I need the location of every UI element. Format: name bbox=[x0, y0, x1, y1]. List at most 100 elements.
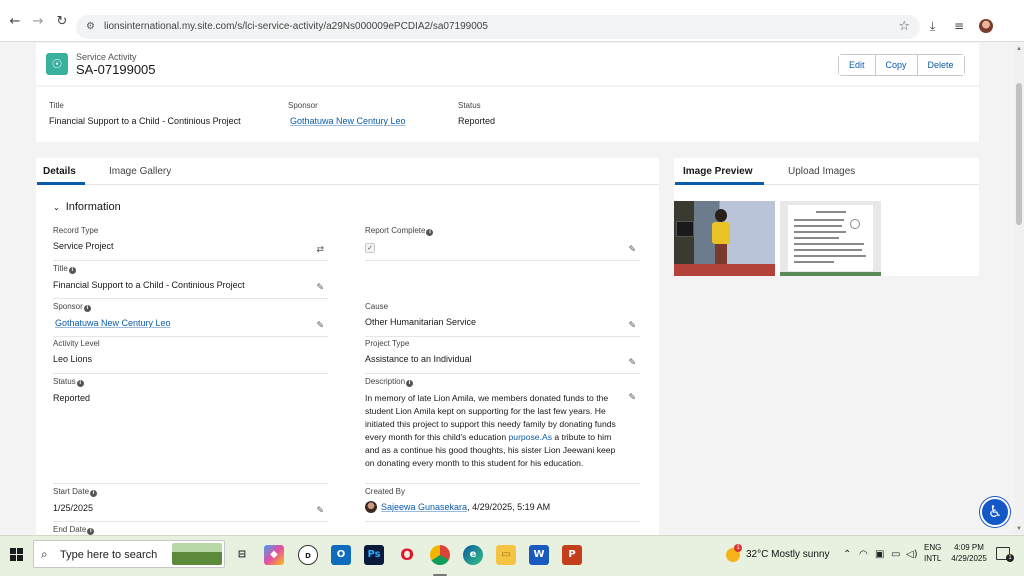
edit-cause-pencil-icon[interactable]: ✎ bbox=[628, 321, 636, 331]
tab-image-preview[interactable]: Image Preview bbox=[683, 166, 752, 177]
powerpoint-icon[interactable]: P bbox=[562, 545, 582, 565]
highlight-status: Status Reported bbox=[458, 101, 495, 126]
info-icon[interactable]: i bbox=[76, 380, 84, 387]
description-text: In memory of late Lion Amila, we members… bbox=[365, 392, 625, 470]
taskbar-search[interactable]: ⌕ Type here to search bbox=[33, 540, 225, 568]
photoshop-icon[interactable]: Ps bbox=[364, 545, 384, 565]
back-icon[interactable]: ← bbox=[8, 15, 22, 29]
volume-icon[interactable]: ◁) bbox=[906, 549, 918, 560]
camera-icon[interactable]: ▣ bbox=[875, 549, 884, 560]
field-value: Reported bbox=[53, 393, 91, 403]
highlight-sponsor-link[interactable]: Gothatuwa New Century Leo bbox=[290, 116, 406, 126]
windows-start-icon[interactable] bbox=[10, 548, 24, 562]
browser-toolbar: ← → ↻ ⚙ lionsinternational.my.site.com/s… bbox=[0, 0, 1024, 42]
reload-icon[interactable]: ↻ bbox=[55, 15, 69, 29]
child-legs bbox=[715, 244, 727, 264]
edit-button[interactable]: Edit bbox=[839, 55, 876, 75]
site-info-icon[interactable]: ⚙ bbox=[86, 21, 97, 32]
field-value: Leo Lions bbox=[53, 354, 93, 364]
doc-line bbox=[794, 231, 846, 233]
file-explorer-icon[interactable]: ▭ bbox=[496, 545, 516, 565]
download-icon[interactable]: ⤓ bbox=[930, 19, 935, 34]
field-sponsor: Sponsor i Gothatuwa New Century Leo ✎ bbox=[53, 302, 328, 337]
field-label: Record Type bbox=[53, 226, 99, 235]
edge-icon[interactable]: e bbox=[463, 545, 483, 565]
field-start-date: Start Date i 1/25/2025 ✎ bbox=[53, 487, 328, 522]
word-icon[interactable]: W bbox=[529, 545, 549, 565]
preview-tabs: Image Preview Upload Images bbox=[674, 158, 979, 185]
scroll-down-icon[interactable]: ▼ bbox=[1015, 525, 1023, 533]
scroll-thumb[interactable] bbox=[1016, 83, 1022, 225]
info-icon[interactable]: i bbox=[426, 229, 434, 236]
dell-icon[interactable]: D bbox=[298, 545, 318, 565]
field-project-type: Project Type Assistance to an Individual… bbox=[365, 339, 640, 374]
field-end-date: End Date i bbox=[53, 525, 328, 535]
created-date: , 4/29/2025, 5:19 AM bbox=[467, 502, 551, 512]
info-icon[interactable]: i bbox=[68, 267, 76, 274]
bookmark-star-icon[interactable]: ☆ bbox=[898, 19, 910, 34]
doc-line bbox=[794, 249, 862, 251]
field-value: Assistance to an Individual bbox=[365, 354, 472, 364]
field-label: End Date bbox=[53, 525, 87, 534]
info-icon[interactable]: i bbox=[90, 490, 98, 497]
highlight-title-label: Title bbox=[49, 101, 64, 110]
forward-icon[interactable]: → bbox=[31, 15, 45, 29]
highlight-sponsor: Sponsor Gothatuwa New Century Leo bbox=[288, 101, 406, 126]
field-record-type: Record Type Service Project ⇄ bbox=[53, 226, 328, 261]
wifi-icon[interactable]: ◠ bbox=[859, 549, 868, 560]
copy-button[interactable]: Copy bbox=[875, 55, 918, 75]
accessibility-icon[interactable]: ♿ bbox=[980, 497, 1010, 527]
edit-report-complete-pencil-icon[interactable]: ✎ bbox=[628, 245, 636, 255]
profile-avatar[interactable] bbox=[979, 19, 993, 33]
tab-upload-images[interactable]: Upload Images bbox=[788, 166, 855, 177]
edit-project-type-pencil-icon[interactable]: ✎ bbox=[628, 358, 636, 368]
info-icon[interactable]: i bbox=[406, 380, 414, 387]
field-status: Status i Reported bbox=[53, 377, 328, 484]
doc-line bbox=[816, 211, 846, 213]
child-head bbox=[715, 209, 727, 222]
opera-icon[interactable]: O bbox=[397, 545, 417, 565]
sponsor-link[interactable]: Gothatuwa New Century Leo bbox=[55, 318, 171, 328]
edit-sponsor-pencil-icon[interactable]: ✎ bbox=[316, 321, 324, 331]
scroll-up-icon[interactable]: ▲ bbox=[1015, 45, 1023, 53]
copilot-icon[interactable]: ◆ bbox=[264, 545, 284, 565]
image-thumbnail-child[interactable] bbox=[674, 201, 775, 276]
task-view-icon[interactable]: ⊟ bbox=[232, 545, 252, 565]
chrome-icon[interactable] bbox=[430, 545, 450, 565]
media-control-icon[interactable]: ≡ bbox=[954, 19, 964, 33]
highlight-title-value: Financial Support to a Child - Continiou… bbox=[49, 116, 241, 126]
edit-start-date-pencil-icon[interactable]: ✎ bbox=[316, 506, 324, 516]
change-record-type-icon[interactable]: ⇄ bbox=[316, 245, 324, 255]
field-created-by: Created By Sajeewa Gunasekara, 4/29/2025… bbox=[365, 487, 640, 522]
battery-icon[interactable]: ▭ bbox=[891, 549, 900, 560]
url-text[interactable]: lionsinternational.my.site.com/s/lci-ser… bbox=[104, 21, 488, 32]
outlook-icon[interactable]: O bbox=[331, 545, 351, 565]
created-by-link[interactable]: Sajeewa Gunasekara bbox=[381, 502, 467, 512]
language-indicator[interactable]: ENG INTL bbox=[924, 542, 941, 564]
page-scrollbar[interactable]: ▲ ▼ bbox=[1014, 43, 1024, 535]
delete-button[interactable]: Delete bbox=[917, 55, 964, 75]
image-preview-card: Image Preview Upload Images bbox=[674, 158, 979, 276]
edit-description-pencil-icon[interactable]: ✎ bbox=[628, 393, 636, 403]
section-information[interactable]: ⌄ Information bbox=[53, 201, 121, 213]
field-report-complete: Report Complete i ✓ ✎ bbox=[365, 226, 640, 261]
lang-line: INTL bbox=[924, 554, 942, 563]
highlights-panel: Title Financial Support to a Child - Con… bbox=[36, 87, 979, 142]
section-title: Information bbox=[65, 201, 121, 213]
edit-title-pencil-icon[interactable]: ✎ bbox=[316, 283, 324, 293]
field-value: 1/25/2025 bbox=[53, 503, 94, 513]
description-link[interactable]: purpose.As bbox=[509, 432, 552, 442]
address-bar[interactable]: ⚙ lionsinternational.my.site.com/s/lci-s… bbox=[76, 15, 920, 39]
image-thumbnail-document[interactable] bbox=[780, 201, 881, 276]
info-icon[interactable]: i bbox=[83, 305, 91, 312]
record-name: SA-07199005 bbox=[76, 62, 156, 77]
tab-image-gallery[interactable]: Image Gallery bbox=[109, 166, 171, 177]
notification-badge: 1 bbox=[1006, 554, 1014, 562]
weather-text[interactable]: 32°C Mostly sunny bbox=[746, 549, 829, 560]
info-icon[interactable]: i bbox=[87, 528, 95, 535]
tab-details[interactable]: Details bbox=[43, 166, 76, 177]
chevron-up-icon[interactable]: ⌃ bbox=[843, 549, 851, 560]
doc-line bbox=[794, 237, 839, 239]
doc-line bbox=[794, 225, 842, 227]
clock[interactable]: 4:09 PM 4/29/2025 bbox=[948, 542, 990, 564]
